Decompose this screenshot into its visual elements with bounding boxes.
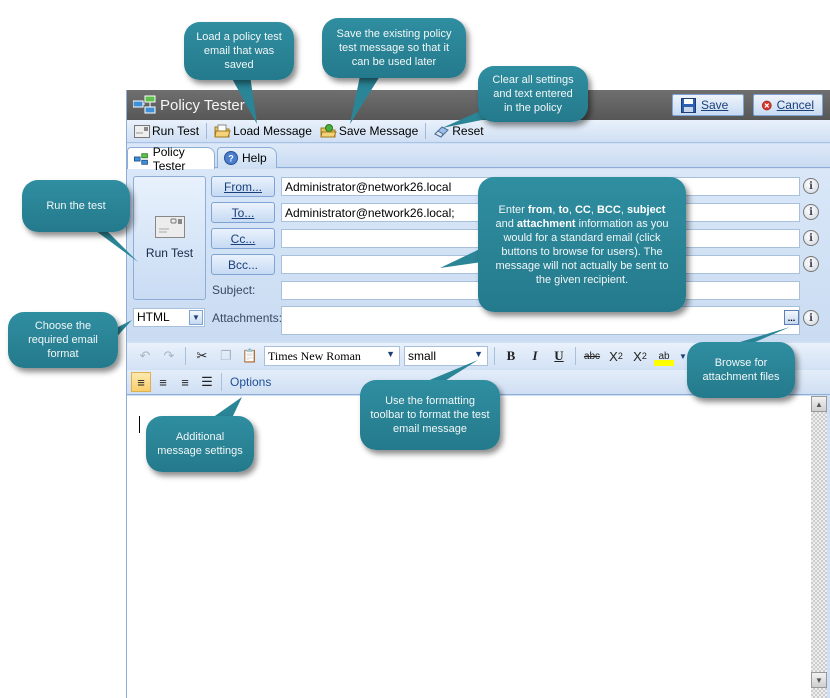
run-test-callout: Run the test	[22, 180, 130, 232]
address-fields-callout-text: Enter from, to, CC, BCC, subject and att…	[495, 203, 669, 286]
options-callout: Additional message settings	[146, 416, 254, 472]
formatting-toolbar-callout: Use the formatting toolbar to format the…	[360, 380, 500, 450]
options-callout-tail	[212, 397, 242, 418]
load-message-callout: Load a policy test email that was saved	[184, 22, 294, 80]
reset-callout: Clear all settings and text entered in t…	[478, 66, 588, 122]
save-callout-tail	[350, 76, 380, 124]
browse-attachments-callout: Browse for attachment files	[687, 342, 795, 398]
run-callout-tail	[92, 228, 138, 262]
fields-callout-tail	[440, 248, 482, 268]
email-format-callout: Choose the required email format	[8, 312, 118, 368]
save-message-callout: Save the existing policy test message so…	[322, 18, 466, 78]
load-callout-tail	[230, 75, 257, 124]
address-fields-callout: Enter from, to, CC, BCC, subject and att…	[478, 177, 686, 312]
